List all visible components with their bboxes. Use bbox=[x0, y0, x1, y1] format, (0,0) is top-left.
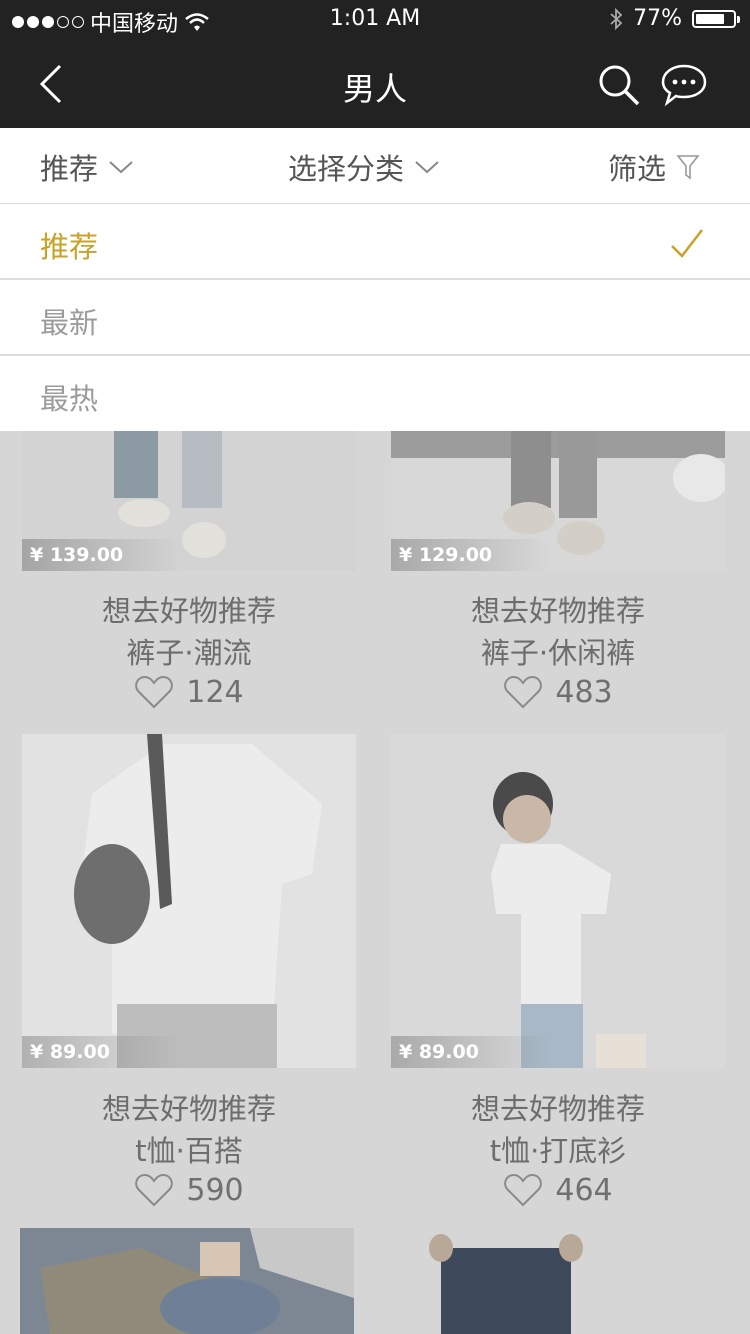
like-count: 590 bbox=[186, 1172, 244, 1208]
product-photo[interactable] bbox=[391, 1228, 725, 1334]
battery-icon bbox=[692, 9, 740, 28]
product-subtitle: t恤·百搭 bbox=[135, 1134, 243, 1168]
like-count: 124 bbox=[186, 674, 244, 710]
category-tab-label: 选择分类 bbox=[288, 152, 405, 186]
category-tab[interactable]: 选择分类 bbox=[288, 146, 440, 188]
sort-option-recommended[interactable]: 推荐 bbox=[0, 204, 750, 280]
heart-icon[interactable] bbox=[503, 674, 543, 710]
sort-dropdown: 推荐 最新 最热 bbox=[0, 204, 750, 431]
heart-icon[interactable] bbox=[134, 1172, 174, 1208]
product-photo[interactable] bbox=[20, 1228, 354, 1334]
status-right: 77% bbox=[609, 6, 740, 31]
filter-tab-label: 筛选 bbox=[608, 152, 667, 186]
sort-option-label: 最新 bbox=[40, 306, 99, 340]
like-control[interactable]: 124 bbox=[22, 674, 356, 710]
product-image bbox=[20, 1228, 354, 1334]
like-control[interactable]: 590 bbox=[22, 1172, 356, 1208]
price-tag: ¥ 139.00 bbox=[22, 539, 182, 571]
sort-tab[interactable]: 推荐 bbox=[40, 146, 134, 188]
funnel-icon bbox=[676, 155, 700, 180]
sort-tab-label: 推荐 bbox=[40, 152, 99, 186]
product-photo[interactable]: ¥ 89.00 bbox=[391, 734, 725, 1068]
sort-option-hottest[interactable]: 最热 bbox=[0, 356, 750, 431]
product-image bbox=[22, 734, 356, 1068]
product-title: 想去好物推荐 bbox=[101, 1092, 276, 1126]
like-control[interactable]: 464 bbox=[391, 1172, 725, 1208]
sort-option-label: 最热 bbox=[40, 382, 99, 416]
product-title: 想去好物推荐 bbox=[470, 594, 645, 628]
like-count: 483 bbox=[555, 674, 613, 710]
product-title: 想去好物推荐 bbox=[470, 1092, 645, 1126]
filter-tab[interactable]: 筛选 bbox=[608, 146, 700, 188]
price-tag: ¥ 89.00 bbox=[22, 1036, 182, 1068]
chevron-down-icon bbox=[415, 161, 439, 174]
navigation-bar: 男人 bbox=[0, 40, 750, 128]
price-tag: ¥ 129.00 bbox=[391, 539, 551, 571]
chevron-down-icon bbox=[109, 161, 133, 174]
product-subtitle: t恤·打底衫 bbox=[489, 1134, 627, 1168]
checkmark-icon bbox=[671, 229, 703, 258]
heart-icon[interactable] bbox=[134, 674, 174, 710]
like-count: 464 bbox=[555, 1172, 613, 1208]
product-subtitle: 裤子·潮流 bbox=[126, 636, 252, 670]
message-icon[interactable] bbox=[660, 62, 708, 108]
search-icon[interactable] bbox=[596, 62, 642, 108]
product-photo[interactable]: ¥ 89.00 bbox=[22, 734, 356, 1068]
product-image bbox=[391, 734, 725, 1068]
heart-icon[interactable] bbox=[503, 1172, 543, 1208]
bluetooth-icon bbox=[610, 7, 623, 30]
like-control[interactable]: 483 bbox=[391, 674, 725, 710]
product-title: 想去好物推荐 bbox=[101, 594, 276, 628]
price-tag: ¥ 89.00 bbox=[391, 1036, 551, 1068]
status-bar: 中国移动 1:01 AM 77% bbox=[0, 0, 750, 40]
sort-option-newest[interactable]: 最新 bbox=[0, 280, 750, 356]
sort-option-label: 推荐 bbox=[40, 230, 99, 264]
product-subtitle: 裤子·休闲裤 bbox=[480, 636, 636, 670]
battery-percent: 77% bbox=[633, 6, 682, 31]
filter-bar: 推荐 选择分类 筛选 bbox=[0, 128, 750, 204]
product-image bbox=[391, 1228, 725, 1334]
